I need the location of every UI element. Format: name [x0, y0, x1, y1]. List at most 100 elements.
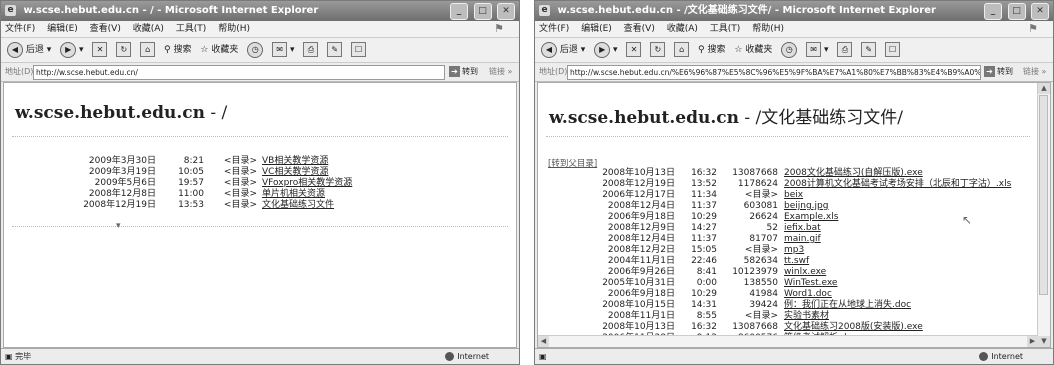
refresh-button[interactable]: ↻	[116, 38, 132, 62]
vertical-scrollbar[interactable]: ▲ ▼	[1037, 83, 1050, 347]
history-button[interactable]: ◷	[781, 38, 798, 62]
file-listing: 2008年10月13日 16:32 13087668 2008文化基础练习(自解压版)…	[538, 168, 1038, 344]
scroll-up-button[interactable]: ▲	[1038, 83, 1050, 94]
favorites-button[interactable]: ☆ 收藏夹	[200, 38, 238, 62]
entry-name[interactable]: mp3	[784, 245, 804, 255]
discuss-button[interactable]: ☐	[351, 38, 367, 62]
menu-help[interactable]: 帮助(H)	[218, 24, 250, 34]
menu-favorites[interactable]: 收藏(A)	[133, 24, 164, 34]
favorites-button[interactable]: ☆ 收藏夹	[734, 38, 772, 62]
menu-view[interactable]: 查看(V)	[624, 24, 655, 34]
scroll-thumb[interactable]	[1039, 95, 1048, 295]
history-button[interactable]: ◷	[247, 38, 264, 62]
back-button[interactable]: ◀ 后退 ▾	[7, 38, 51, 62]
menu-view[interactable]: 查看(V)	[90, 24, 121, 34]
home-button[interactable]: ⌂	[140, 38, 156, 62]
entry-link[interactable]: 文化基础练习文件	[262, 200, 334, 211]
entry-link[interactable]: tt.swf	[784, 256, 809, 267]
edit-button[interactable]: ✎	[327, 38, 343, 62]
home-button[interactable]: ⌂	[674, 38, 690, 62]
stop-button[interactable]: ✕	[626, 38, 642, 62]
search-button[interactable]: ⚲ 搜索	[698, 38, 725, 62]
print-button[interactable]: ⎙	[303, 38, 319, 62]
go-button[interactable]: ➔ 转到	[449, 64, 478, 79]
menu-help[interactable]: 帮助(H)	[752, 24, 784, 34]
menu-file[interactable]: 文件(F)	[5, 24, 35, 34]
page-content[interactable]: w.scse.hebut.edu.cn - /文化基础练习文件/ [转到父目录]…	[537, 82, 1051, 348]
entry-name[interactable]: VFoxpro相关教学资源	[262, 178, 352, 188]
entry-name[interactable]: VC相关教学资源	[262, 167, 328, 177]
entry-name[interactable]: Example.xls	[784, 212, 838, 222]
entry-link[interactable]: 例：我们正在从地球上消失.doc	[784, 300, 911, 311]
minimize-button[interactable]: _	[984, 3, 1003, 20]
entry-link[interactable]: Word1.doc	[784, 289, 832, 300]
refresh-button[interactable]: ↻	[650, 38, 666, 62]
entry-link[interactable]: 2008文化基础练习(自解压版).exe	[784, 168, 923, 179]
entry-link[interactable]: 文化基础练习2008版(安装版).exe	[784, 322, 923, 333]
entry-name[interactable]: iefix.bat	[784, 223, 821, 233]
print-button[interactable]: ⎙	[837, 38, 853, 62]
close-button[interactable]: ✕	[497, 3, 515, 20]
menu-edit[interactable]: 编辑(E)	[47, 24, 78, 34]
entry-link[interactable]: VC相关教学资源	[262, 167, 328, 178]
entry-name[interactable]: 例：我们正在从地球上消失.doc	[784, 300, 911, 310]
go-button[interactable]: ➔ 转到	[984, 64, 1013, 79]
forward-button[interactable]: ▶ ▾	[60, 38, 84, 62]
minimize-button[interactable]: _	[450, 3, 469, 20]
entry-name[interactable]: main.gif	[784, 234, 821, 244]
entry-link[interactable]: beix	[784, 190, 803, 201]
menu-favorites[interactable]: 收藏(A)	[667, 24, 698, 34]
mail-button[interactable]: ✉ ▾	[806, 38, 829, 62]
links-button[interactable]: 链接 »	[489, 63, 512, 81]
entry-name[interactable]: 文化基础练习文件	[262, 200, 334, 210]
entry-link[interactable]: 2008计算机文化基础考试考场安排（北辰和丁字沽）.xls	[784, 179, 1011, 190]
scroll-left-button[interactable]: ◀	[538, 336, 549, 347]
entry-link[interactable]: VB相关教学资源	[262, 156, 328, 167]
title-bar[interactable]: e w.scse.hebut.edu.cn - / - Microsoft In…	[1, 1, 519, 21]
entry-link[interactable]: iefix.bat	[784, 223, 821, 234]
maximize-button[interactable]: □	[1007, 3, 1026, 20]
entry-link[interactable]: Example.xls	[784, 212, 838, 223]
entry-name[interactable]: VB相关教学资源	[262, 156, 328, 166]
address-input[interactable]: http://w.scse.hebut.edu.cn/%E6%96%87%E5%…	[567, 65, 981, 80]
forward-button[interactable]: ▶ ▾	[594, 38, 618, 62]
entry-name[interactable]: winlx.exe	[784, 267, 826, 277]
links-button[interactable]: 链接 »	[1023, 63, 1046, 81]
entry-link[interactable]: VFoxpro相关教学资源	[262, 178, 352, 189]
menu-file[interactable]: 文件(F)	[539, 24, 569, 34]
scroll-down-button[interactable]: ▼	[1038, 336, 1050, 347]
back-button[interactable]: ◀ 后退 ▾	[541, 38, 585, 62]
entry-name[interactable]: Word1.doc	[784, 289, 832, 299]
entry-name[interactable]: 文化基础练习2008版(安装版).exe	[784, 322, 923, 332]
entry-name[interactable]: beix	[784, 190, 803, 200]
entry-name[interactable]: 单片机相关资源	[262, 189, 325, 199]
close-button[interactable]: ✕	[1031, 3, 1049, 20]
scroll-right-button[interactable]: ▶	[1027, 336, 1038, 347]
horizontal-scrollbar[interactable]: ◀ ▶	[538, 335, 1038, 347]
entry-link[interactable]: WinTest.exe	[784, 278, 837, 289]
entry-link[interactable]: beijng.jpg	[784, 201, 828, 212]
entry-link[interactable]: 实验书素材	[784, 311, 829, 322]
entry-link[interactable]: mp3	[784, 245, 804, 256]
address-input[interactable]: http://w.scse.hebut.edu.cn/	[33, 65, 445, 80]
entry-link[interactable]: winlx.exe	[784, 267, 826, 278]
entry-name[interactable]: beijng.jpg	[784, 201, 828, 211]
entry-name[interactable]: 实验书素材	[784, 311, 829, 321]
menu-tools[interactable]: 工具(T)	[176, 24, 207, 34]
title-bar[interactable]: e w.scse.hebut.edu.cn - /文化基础练习文件/ - Mic…	[535, 1, 1053, 21]
entry-name[interactable]: 2008计算机文化基础考试考场安排（北辰和丁字沽）.xls	[784, 179, 1011, 189]
entry-name[interactable]: WinTest.exe	[784, 278, 837, 288]
mail-button[interactable]: ✉ ▾	[272, 38, 295, 62]
menu-tools[interactable]: 工具(T)	[710, 24, 741, 34]
edit-button[interactable]: ✎	[861, 38, 877, 62]
entry-name[interactable]: tt.swf	[784, 256, 809, 266]
entry-link[interactable]: main.gif	[784, 234, 821, 245]
entry-link[interactable]: 单片机相关资源	[262, 189, 325, 200]
entry-name[interactable]: 2008文化基础练习(自解压版).exe	[784, 168, 923, 178]
search-button[interactable]: ⚲ 搜索	[164, 38, 191, 62]
maximize-button[interactable]: □	[473, 3, 492, 20]
stop-button[interactable]: ✕	[92, 38, 108, 62]
discuss-button[interactable]: ☐	[885, 38, 901, 62]
page-content[interactable]: w.scse.hebut.edu.cn - / 2009年3月30日 8:21 …	[3, 82, 517, 348]
menu-edit[interactable]: 编辑(E)	[581, 24, 612, 34]
